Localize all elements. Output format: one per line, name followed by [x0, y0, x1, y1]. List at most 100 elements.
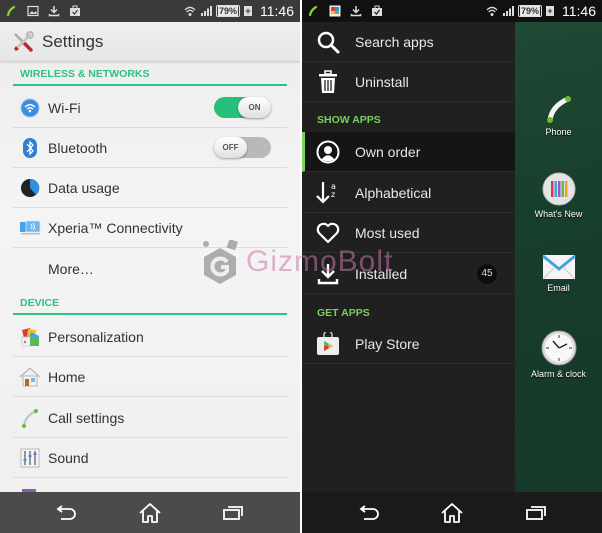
- settings-item-call-settings[interactable]: Call settings: [13, 398, 287, 438]
- back-icon: [359, 505, 379, 520]
- back-button[interactable]: [55, 502, 79, 524]
- signal-icon: [200, 6, 212, 16]
- settings-item-more[interactable]: More…: [13, 249, 287, 289]
- section-header-show-apps: SHOW APPS: [317, 114, 381, 126]
- phone-icon: [546, 96, 571, 123]
- app-notification-icon: [329, 5, 341, 17]
- home-icon: [441, 503, 463, 523]
- data-usage-icon: [18, 176, 42, 200]
- section-header-wireless: WIRELESS & NETWORKS: [13, 66, 287, 86]
- battery-icon: 79%: [215, 5, 240, 17]
- menu-item-label: Own order: [355, 143, 421, 160]
- app-label: Alarm & clock: [530, 369, 586, 379]
- menu-item-alphabetical[interactable]: az Alphabetical: [302, 173, 515, 213]
- section-header-get-apps: GET APPS: [317, 307, 370, 319]
- recents-icon: [223, 506, 243, 520]
- settings-item-label: Personalization: [48, 328, 144, 345]
- settings-item-label: Call settings: [48, 409, 125, 426]
- work-bag-icon: [372, 5, 382, 16]
- menu-item-label: Play Store: [355, 335, 420, 352]
- personalization-icon: [18, 325, 42, 349]
- page-title: Settings: [42, 31, 104, 51]
- xperia-connectivity-icon: [18, 216, 42, 240]
- back-button[interactable]: [358, 502, 382, 524]
- section-header-label: DEVICE: [20, 297, 60, 309]
- settings-item-wifi[interactable]: Wi-Fi ON: [13, 88, 287, 128]
- battery-percent: 79%: [217, 6, 238, 16]
- status-time: 11:46: [562, 3, 596, 19]
- search-icon: [315, 29, 341, 55]
- email-icon: [541, 254, 576, 280]
- download-icon: [315, 261, 341, 287]
- menu-item-own-order[interactable]: Own order: [302, 132, 515, 172]
- settings-tools-icon: [14, 30, 34, 52]
- menu-item-label: Uninstall: [355, 73, 409, 90]
- recents-button[interactable]: [221, 502, 245, 524]
- settings-item-label: More…: [48, 261, 94, 277]
- wifi-icon: [18, 96, 42, 120]
- settings-item-home[interactable]: Home: [13, 357, 287, 397]
- play-store-icon: [315, 331, 341, 357]
- trash-icon: [315, 69, 341, 95]
- settings-item-data-usage[interactable]: Data usage: [13, 168, 287, 208]
- whats-new-icon: [542, 172, 575, 206]
- menu-item-search-apps[interactable]: Search apps: [302, 22, 515, 62]
- settings-item-label: Bluetooth: [48, 139, 108, 156]
- home-button[interactable]: [440, 502, 464, 524]
- menu-item-label: Search apps: [355, 33, 434, 50]
- menu-item-uninstall[interactable]: Uninstall: [302, 62, 515, 102]
- phone-call-icon: [6, 5, 16, 17]
- status-bar: 79% + 11:46: [302, 0, 602, 22]
- toggle-knob: ON: [238, 97, 271, 118]
- menu-item-label: Most used: [355, 224, 420, 241]
- settings-item-label: Wi-Fi: [48, 99, 81, 116]
- navigation-bar: [302, 492, 602, 533]
- settings-item-sound[interactable]: Sound: [13, 438, 287, 478]
- home-button[interactable]: [138, 502, 162, 524]
- app-drawer-screen: 79% + 11:46 Phone What's New Email Alarm…: [302, 0, 602, 533]
- settings-item-label: Xperia™ Connectivity: [48, 219, 183, 236]
- phone-icon: [18, 406, 42, 430]
- settings-item-bluetooth[interactable]: Bluetooth OFF: [13, 128, 287, 168]
- sort-alpha-icon: az: [315, 180, 341, 206]
- wifi-icon: [486, 6, 498, 16]
- menu-item-label: Installed: [355, 265, 408, 282]
- settings-screen: 79% + 11:46 Settings WIRELESS & NETWORKS…: [0, 0, 300, 533]
- work-bag-icon: [70, 5, 80, 16]
- app-phone[interactable]: Phone: [515, 94, 602, 137]
- settings-item-label: Sound: [48, 449, 89, 466]
- wifi-toggle[interactable]: ON: [214, 97, 271, 118]
- gallery-icon: [27, 5, 39, 17]
- person-icon: [315, 139, 341, 165]
- section-header-label: WIRELESS & NETWORKS: [20, 68, 150, 80]
- settings-item-xperia-connectivity[interactable]: Xperia™ Connectivity: [13, 208, 287, 248]
- app-label: What's New: [534, 209, 583, 219]
- settings-item-personalization[interactable]: Personalization: [13, 317, 287, 357]
- menu-item-installed[interactable]: Installed 45: [302, 254, 515, 294]
- download-icon: [48, 6, 60, 17]
- download-icon: [350, 6, 362, 17]
- installed-count-badge: 45: [477, 263, 497, 284]
- app-label: Email: [547, 283, 570, 293]
- settings-item-label: Home: [48, 368, 86, 385]
- menu-item-play-store[interactable]: Play Store: [302, 324, 515, 364]
- empty-icon-slot: [18, 257, 42, 281]
- menu-item-label: Alphabetical: [355, 184, 432, 201]
- recents-icon: [526, 506, 546, 520]
- heart-icon: [315, 220, 341, 246]
- charging-icon: +: [244, 6, 252, 16]
- battery-percent: 79%: [519, 6, 540, 16]
- battery-icon: 79%: [517, 5, 542, 17]
- equalizer-icon: [18, 446, 42, 470]
- app-drawer-menu: Search apps Uninstall SHOW APPS Own orde…: [302, 22, 515, 492]
- recents-button[interactable]: [524, 502, 548, 524]
- navigation-bar: [0, 492, 300, 533]
- toggle-knob: OFF: [214, 137, 247, 158]
- app-email[interactable]: Email: [515, 254, 602, 293]
- app-alarm-clock[interactable]: Alarm & clock: [515, 330, 602, 379]
- home-icon: [139, 503, 161, 523]
- status-time: 11:46: [260, 3, 294, 19]
- app-whats-new[interactable]: What's New: [515, 172, 602, 219]
- menu-item-most-used[interactable]: Most used: [302, 213, 515, 253]
- bluetooth-toggle[interactable]: OFF: [214, 137, 271, 158]
